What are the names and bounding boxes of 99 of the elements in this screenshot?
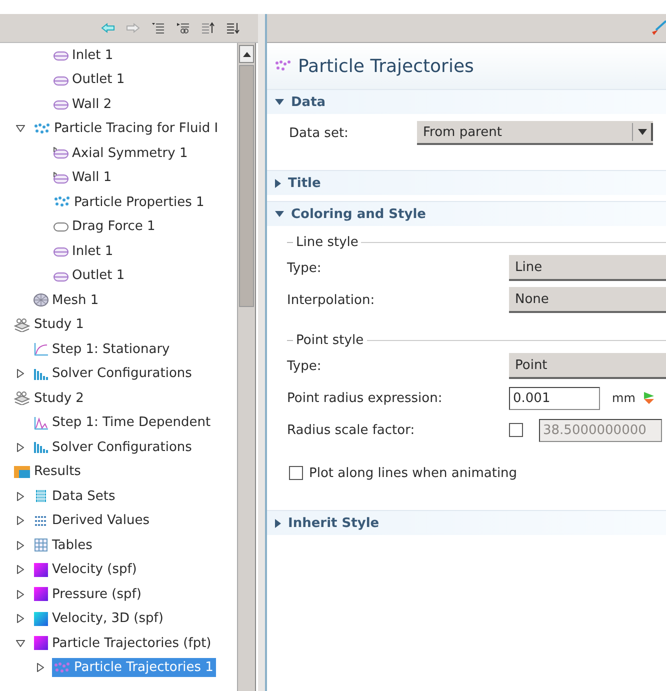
unit-label: mm xyxy=(612,391,636,405)
study-icon xyxy=(13,391,31,406)
collapsed-arrow-icon[interactable] xyxy=(16,492,24,501)
group-legend: Line style xyxy=(296,234,358,250)
scrollbar-thumb[interactable] xyxy=(239,65,254,307)
caret-icon xyxy=(638,129,646,135)
collapsed-arrow-icon[interactable] xyxy=(16,369,24,378)
list-icon[interactable] xyxy=(176,22,190,34)
number-icon xyxy=(33,514,49,528)
tree-item[interactable]: Pressure (spf) xyxy=(32,584,144,604)
tree-item[interactable]: Step 1: Stationary xyxy=(32,340,173,359)
collapsed-arrow-icon xyxy=(275,178,281,188)
boundary-icon xyxy=(53,172,69,184)
tree-item[interactable]: Outlet 1 xyxy=(52,70,128,90)
tree-item[interactable]: Study 2 xyxy=(12,388,87,408)
section-header[interactable]: Title xyxy=(267,170,666,195)
tree-item[interactable]: Velocity (spf) xyxy=(32,560,140,580)
boundary-icon xyxy=(53,270,69,282)
collapsed-arrow-icon[interactable] xyxy=(16,540,24,550)
checkbox[interactable] xyxy=(289,466,303,480)
boundary-icon xyxy=(53,49,69,62)
tree-item[interactable]: Particle Tracing for Fluid I xyxy=(32,119,222,138)
scrollbar[interactable] xyxy=(237,43,256,691)
dataset-dropdown[interactable]: From parent xyxy=(417,121,653,145)
field-label: Type: xyxy=(287,358,322,374)
study-icon xyxy=(13,318,31,332)
boundary-icon xyxy=(53,98,69,110)
field-label: Type: xyxy=(287,260,322,276)
expanded-arrow-icon[interactable] xyxy=(16,125,24,132)
table-icon xyxy=(33,538,49,552)
select-dropdown[interactable]: None xyxy=(509,287,666,313)
tree-item[interactable]: Data Sets xyxy=(32,486,118,506)
collapsed-arrow-icon[interactable] xyxy=(36,663,44,672)
section-header[interactable]: Data xyxy=(267,89,666,114)
field-label: Data set: xyxy=(289,126,350,140)
particles-icon xyxy=(53,660,71,675)
tree-item[interactable]: Wall 2 xyxy=(52,94,115,114)
sort-down-icon[interactable] xyxy=(226,22,240,34)
mesh-icon xyxy=(33,293,49,308)
collapsed-arrow-icon[interactable] xyxy=(16,565,24,574)
tree-item[interactable]: Outlet 1 xyxy=(52,266,128,286)
results-icon xyxy=(13,464,31,479)
tree-item[interactable]: Particle Properties 1 xyxy=(52,192,208,212)
select-dropdown[interactable]: Point xyxy=(509,353,666,379)
plot-icon xyxy=(33,635,49,652)
tree-item[interactable]: Inlet 1 xyxy=(52,46,116,65)
solver-icon xyxy=(33,440,49,454)
field-label: Interpolation: xyxy=(287,292,376,308)
collapsed-arrow-icon[interactable] xyxy=(16,516,24,526)
tree-item[interactable]: Solver Configurations xyxy=(32,364,195,384)
section-header[interactable]: Inherit Style xyxy=(267,510,666,535)
boundary-icon xyxy=(53,147,69,160)
plot-icon xyxy=(33,562,49,578)
tree-item[interactable]: Solver Configurations xyxy=(32,438,195,457)
section-header[interactable]: Coloring and Style xyxy=(267,201,666,226)
select-dropdown[interactable]: Line xyxy=(509,255,666,281)
play-icon[interactable] xyxy=(643,391,656,405)
tree-item[interactable]: Particle Trajectories (fpt) xyxy=(32,633,214,654)
tree-item[interactable]: Results xyxy=(12,462,84,482)
tree-item[interactable]: Inlet 1 xyxy=(52,242,116,261)
plot-icon xyxy=(33,586,49,602)
checkbox-label: Plot along lines when animating xyxy=(309,466,518,480)
particles-icon xyxy=(53,195,71,210)
collapsed-arrow-icon[interactable] xyxy=(16,442,24,452)
graph-icon xyxy=(33,342,49,356)
particles-icon xyxy=(33,122,51,136)
plot-brush-icon[interactable] xyxy=(650,20,666,36)
collapsed-arrow-icon[interactable] xyxy=(16,614,24,624)
field-label: Radius scale factor: xyxy=(287,422,416,438)
tree-item[interactable]: Axial Symmetry 1 xyxy=(52,144,191,163)
scroll-up-button[interactable] xyxy=(239,45,254,63)
input-field[interactable]: 0.001 xyxy=(509,386,600,410)
solver-icon xyxy=(33,366,49,381)
tree-item[interactable]: Drag Force 1 xyxy=(52,217,158,236)
field-label: Point radius expression: xyxy=(287,390,444,406)
expanded-arrow-icon[interactable] xyxy=(16,640,24,647)
list-icon[interactable] xyxy=(151,22,165,34)
settings-title: Particle Trajectories xyxy=(298,56,474,76)
sort-up-icon[interactable] xyxy=(201,22,215,34)
particles-icon xyxy=(274,59,292,73)
plot-icon xyxy=(33,610,49,627)
tree-item[interactable]: Tables xyxy=(32,536,96,555)
tree-item[interactable]: Derived Values xyxy=(32,511,153,530)
expanded-arrow-icon xyxy=(275,99,284,105)
tree-item[interactable]: Velocity, 3D (spf) xyxy=(32,608,166,629)
expanded-arrow-icon xyxy=(275,211,284,217)
checkbox[interactable] xyxy=(509,423,523,437)
boundary-icon xyxy=(53,245,69,258)
tree-item[interactable]: Step 1: Time Dependent xyxy=(32,413,214,432)
collapsed-arrow-icon xyxy=(275,518,281,528)
group-legend: Point style xyxy=(296,332,364,348)
tree-item[interactable]: Wall 1 xyxy=(52,168,115,188)
grid-icon xyxy=(33,489,49,504)
up-arrow-icon xyxy=(242,52,250,56)
graph-icon xyxy=(33,416,49,430)
tree-item[interactable]: Mesh 1 xyxy=(32,290,102,310)
tree-item[interactable]: Study 1 xyxy=(12,315,87,334)
boundary-icon xyxy=(53,74,69,86)
collapsed-arrow-icon[interactable] xyxy=(16,590,24,599)
